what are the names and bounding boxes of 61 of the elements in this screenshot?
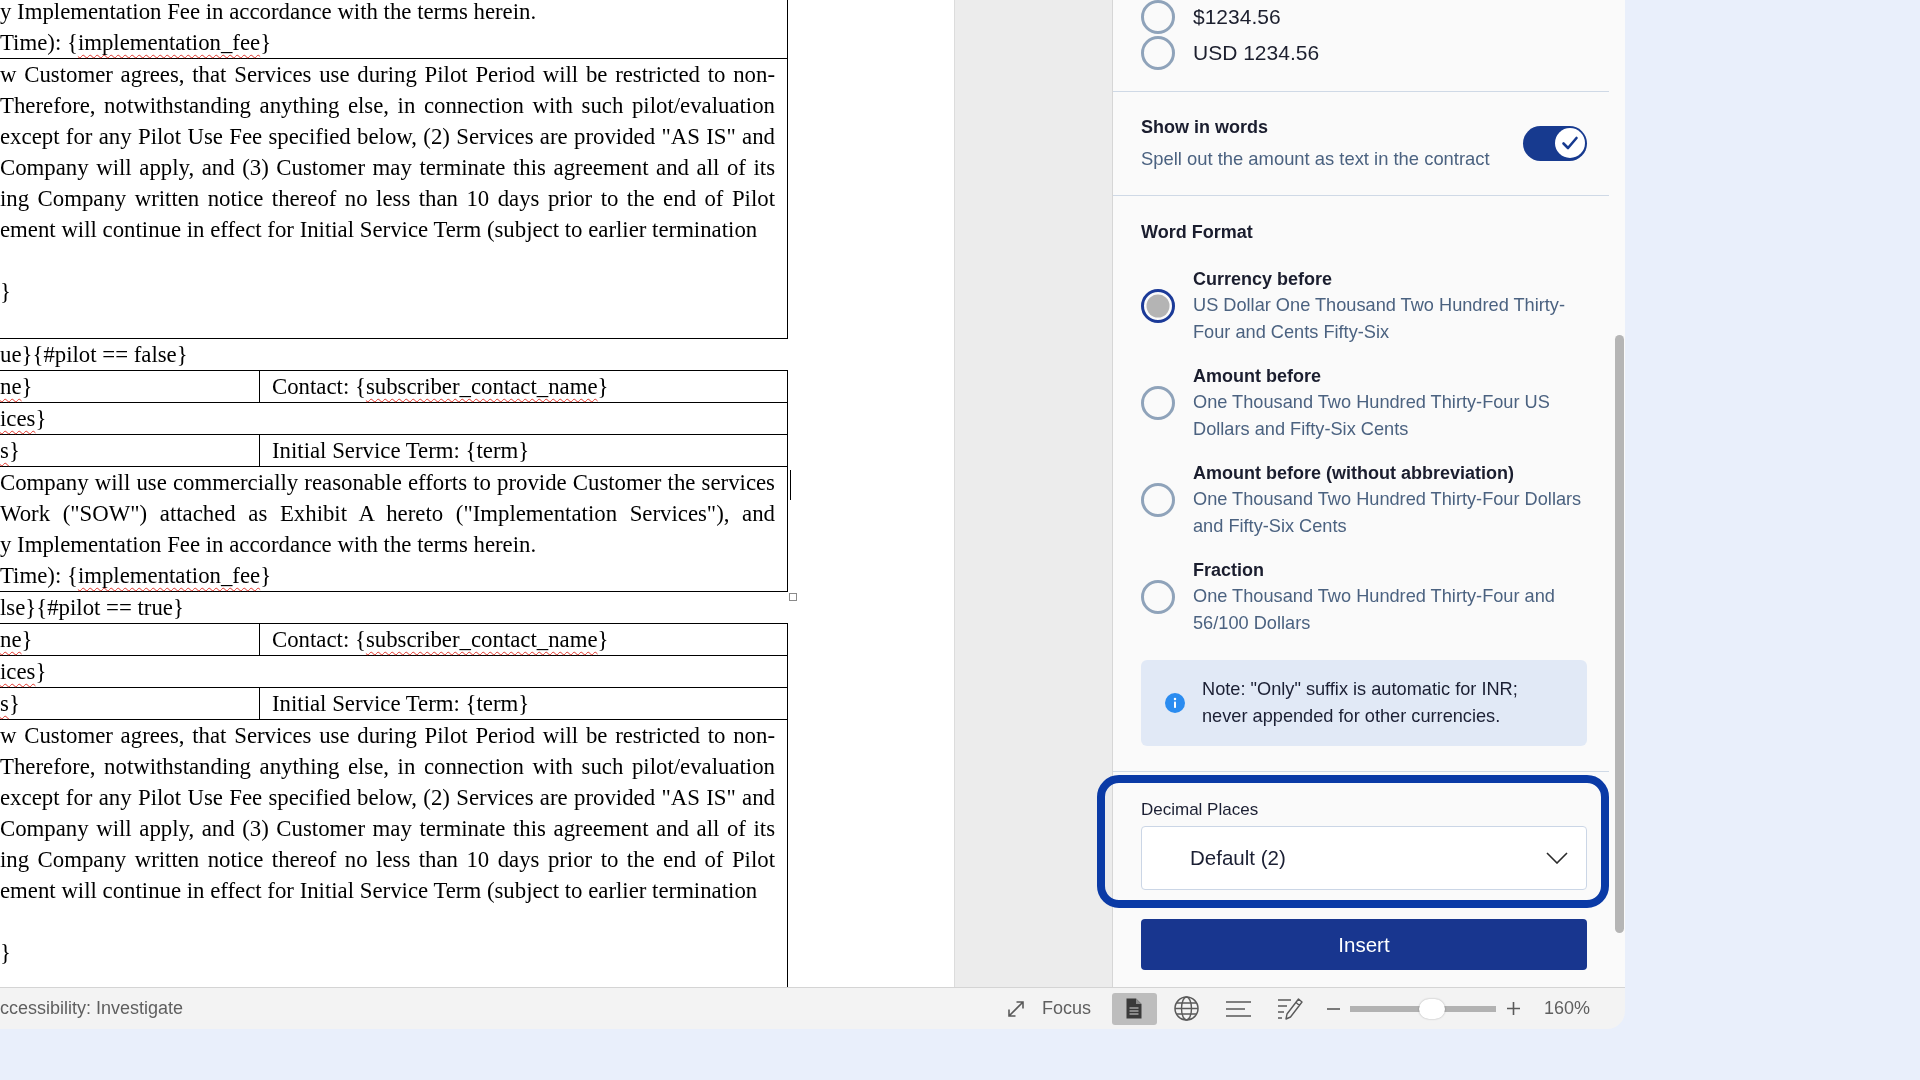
radio-button[interactable] xyxy=(1141,483,1175,517)
scrollbar-thumb[interactable] xyxy=(1615,335,1624,933)
document-text: Contact: {subscriber_contact_name} xyxy=(272,373,610,401)
focus-button[interactable]: Focus xyxy=(1006,998,1091,1019)
radio-button[interactable] xyxy=(1141,386,1175,420)
option-label[interactable]: $1234.56 xyxy=(1193,5,1281,29)
check-icon xyxy=(1555,128,1585,158)
option-title[interactable]: Amount before (without abbreviation) xyxy=(1193,460,1587,486)
document-text: s} xyxy=(0,437,21,465)
option-example: One Thousand Two Hundred Thirty-Four Dollars and Fifty-Six Cents xyxy=(1193,488,1583,538)
setting-description: Spell out the amount as text in the contract xyxy=(1141,147,1490,171)
document-text: Initial Service Term: {term} xyxy=(272,690,531,718)
document-text: ne} xyxy=(0,373,34,401)
section-heading: Word Format xyxy=(1141,221,1254,244)
option-example: US Dollar One Thousand Two Hundred Thirty-Four and Cents Fifty-Six xyxy=(1193,294,1567,344)
option-example: One Thousand Two Hundred Thirty-Four and 56/100 Dollars xyxy=(1193,585,1556,635)
option-title[interactable]: Fraction xyxy=(1193,557,1587,583)
chevron-down-icon xyxy=(1546,852,1568,864)
document-text: s} xyxy=(0,690,21,718)
insert-button[interactable]: Insert xyxy=(1141,919,1587,970)
radio-button[interactable] xyxy=(1141,0,1175,34)
zoom-percentage[interactable]: 160% xyxy=(1543,998,1590,1019)
document-text: ices} xyxy=(0,405,48,433)
setting-title: Show in words xyxy=(1141,116,1269,139)
globe-icon xyxy=(1173,996,1199,1021)
document-text: y Implementation Fee in accordance with the terms herein. xyxy=(0,0,538,26)
text-lines-icon xyxy=(1225,1000,1251,1017)
document-text: ices} xyxy=(0,658,48,686)
view-button[interactable] xyxy=(1111,992,1157,1025)
document-text: ue}{#pilot == false} xyxy=(0,341,189,369)
document-text: } xyxy=(0,939,12,967)
document-text: Time): {implementation_fee} xyxy=(0,29,273,57)
option-title[interactable]: Amount before xyxy=(1193,363,1587,389)
document-text: } xyxy=(0,278,12,306)
decimal-places-select[interactable]: Default (2) xyxy=(1141,826,1587,890)
accessibility-status[interactable]: ccessibility: Investigate xyxy=(0,998,184,1019)
field-label: Decimal Places xyxy=(1141,800,1260,820)
radio-button[interactable] xyxy=(1141,580,1175,614)
option-title[interactable]: Currency before xyxy=(1193,266,1587,292)
document-paragraph: w Customer agrees, that Services use during Pilot Period will be restricted to non- Therefore, notwithstanding anything else, in connection with such pilot/evaluation except for any Pilot Use Fee specified below, (2) Services are provided "AS IS" and Company will apply, and (3) Customer may terminate this agreement and all of its ing Company written notice thereof no less than 10 days prior to the end of Pilot ement will continue in effect for Initial Service Term (subject to earlier termination xyxy=(0,61,775,244)
option-label[interactable]: USD 1234.56 xyxy=(1193,41,1320,65)
radio-button[interactable] xyxy=(1141,36,1175,70)
document-text: Time): {implementation_fee} xyxy=(0,562,273,590)
table-resize-handle[interactable] xyxy=(789,593,797,601)
pencil-lines-icon xyxy=(1277,996,1304,1021)
document-text: Initial Service Term: {term} xyxy=(272,437,531,465)
info-icon xyxy=(1165,693,1185,713)
slider-thumb[interactable] xyxy=(1418,998,1445,1019)
option-example: One Thousand Two Hundred Thirty-Four US Dollars and Fifty-Six Cents xyxy=(1193,391,1551,441)
document-paragraph: Company will use commercially reasonable efforts to provide Customer the services Work ("SOW") attached as Exhibit A hereto ("Implementation Services"), and y Implementation Fee in accordance with the terms herein. xyxy=(0,469,775,559)
diagonal-arrow-icon xyxy=(1006,999,1025,1018)
document-paragraph: w Customer agrees, that Services use during Pilot Period will be restricted to non- Therefore, notwithstanding anything else, in connection with such pilot/evaluation except for any Pilot Use Fee specified below, (2) Services are provided "AS IS" and Company will apply, and (3) Customer may terminate this agreement and all of its ing Company written notice thereof no less than 10 days prior to the end of Pilot ement will continue in effect for Initial Service Term (subject to earlier termination xyxy=(0,722,775,905)
minus-icon[interactable] xyxy=(1326,1007,1340,1010)
document-text: lse}{#pilot == true} xyxy=(0,594,185,622)
plus-icon[interactable] xyxy=(1506,1002,1520,1015)
radio-button[interactable] xyxy=(1141,289,1175,323)
document-text: ne} xyxy=(0,626,34,654)
note-text: Note: "Only" suffix is automatic for INR; never appended for other currencies. xyxy=(1202,678,1519,728)
document-text: Contact: {subscriber_contact_name} xyxy=(272,626,610,654)
toggle-switch[interactable] xyxy=(1523,125,1587,161)
document-icon xyxy=(1126,998,1143,1019)
